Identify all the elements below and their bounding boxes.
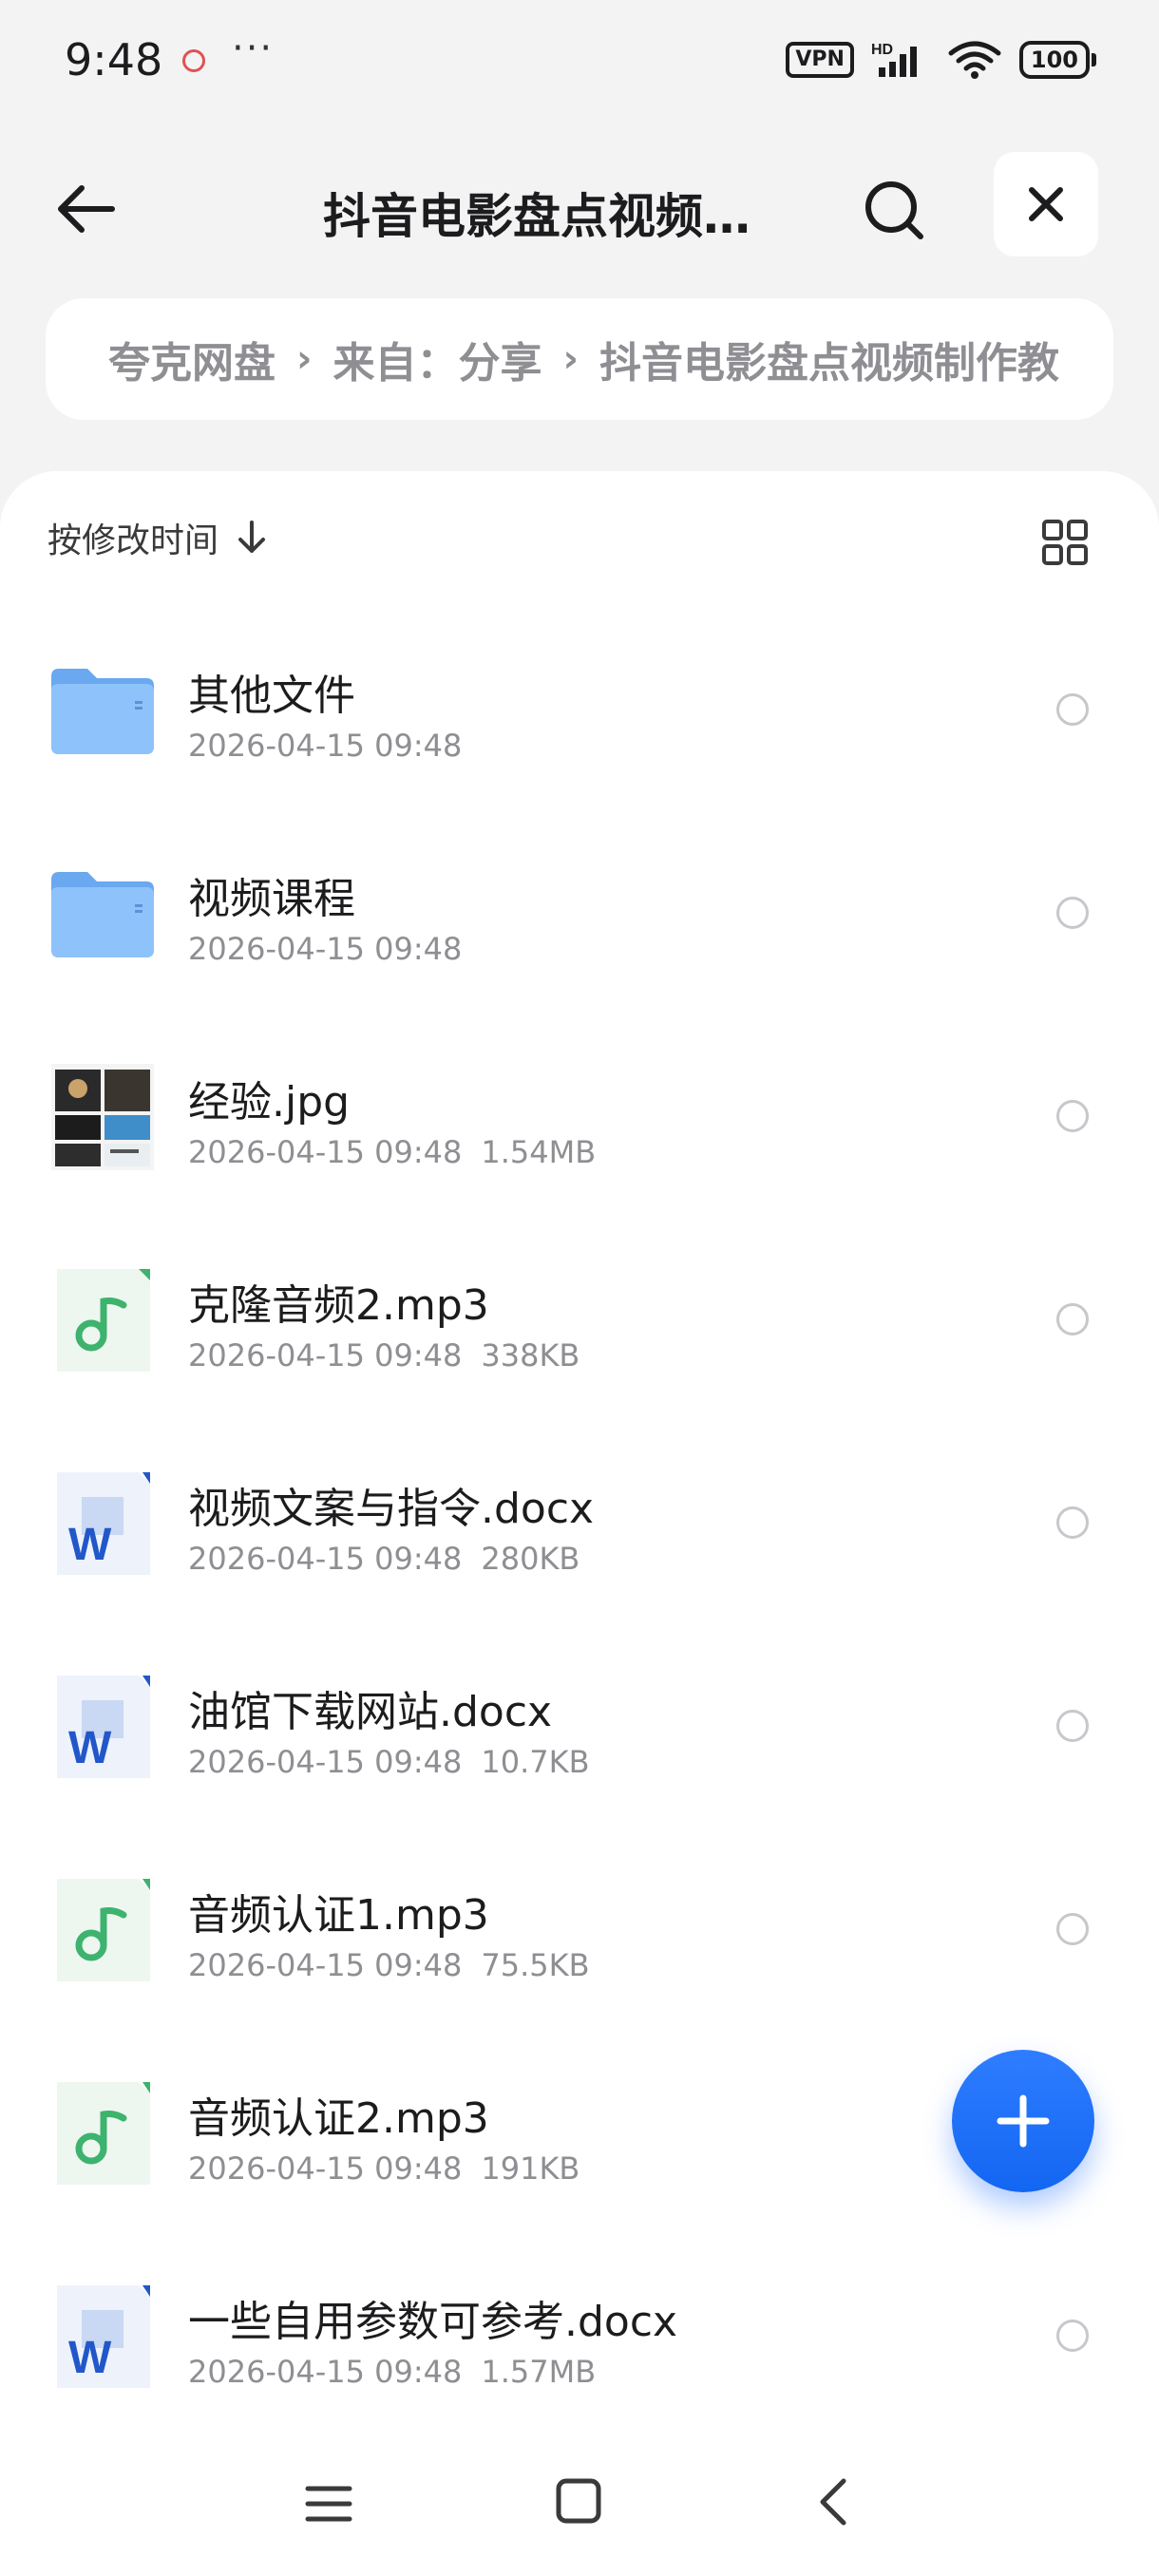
word-letter: W xyxy=(68,1723,112,1773)
file-date: 2026-04-15 09:48 xyxy=(188,1541,463,1577)
audio-file-icon xyxy=(57,1879,150,1981)
breadcrumb: 夸克网盘 › 来自：分享 › 抖音电影盘点视频制作教 xyxy=(46,298,1113,420)
file-meta: 2026-04-15 09:48 1.57MB xyxy=(188,2354,596,2390)
file-size: 338KB xyxy=(481,1337,580,1373)
add-button[interactable] xyxy=(952,2050,1094,2192)
word-file-icon: W xyxy=(57,1676,150,1778)
select-radio[interactable] xyxy=(1056,2320,1089,2352)
file-list-panel: 按修改时间 其他文件 2026-04-15 09:48 视频课程 2026-04… xyxy=(0,471,1159,2576)
list-item[interactable]: 音频认证1.mp3 2026-04-15 09:48 75.5KB xyxy=(0,1829,1159,2033)
audio-file-icon xyxy=(57,1269,150,1372)
word-file-icon: W xyxy=(57,1472,150,1575)
file-size: 1.54MB xyxy=(481,1134,597,1170)
file-meta: 2026-04-15 09:48 xyxy=(188,931,462,967)
image-thumbnail-icon xyxy=(51,1064,154,1170)
file-date: 2026-04-15 09:48 xyxy=(188,1337,463,1373)
chevron-right-icon: › xyxy=(296,337,313,381)
file-size: 1.57MB xyxy=(481,2354,597,2390)
select-radio[interactable] xyxy=(1056,1100,1089,1132)
hd-label: HD xyxy=(871,42,893,58)
select-radio[interactable] xyxy=(1056,693,1089,726)
list-item[interactable]: W 视频文案与指令.docx 2026-04-15 09:48 280KB xyxy=(0,1423,1159,1626)
file-name: 音频认证1.mp3 xyxy=(188,1891,489,1940)
file-name: 视频课程 xyxy=(188,875,355,923)
grid-view-icon[interactable] xyxy=(1041,519,1089,566)
list-item[interactable]: W 油馆下载网站.docx 2026-04-15 09:48 10.7KB xyxy=(0,1626,1159,1829)
word-file-icon: W xyxy=(57,2285,150,2388)
status-time: 9:48 xyxy=(65,34,163,85)
select-radio[interactable] xyxy=(1056,1710,1089,1742)
file-name: 一些自用参数可参考.docx xyxy=(188,2298,678,2346)
file-meta: 2026-04-15 09:48 10.7KB xyxy=(188,1744,590,1780)
recording-icon xyxy=(182,49,205,72)
battery-icon: 100 xyxy=(1018,41,1096,79)
breadcrumb-item-current[interactable]: 抖音电影盘点视频制作教 xyxy=(599,329,1059,389)
list-item[interactable]: 其他文件 2026-04-15 09:48 xyxy=(0,610,1159,813)
breadcrumb-item-root[interactable]: 夸克网盘 xyxy=(108,329,276,389)
breadcrumb-item-share[interactable]: 来自：分享 xyxy=(332,329,542,389)
status-bar: 9:48 ··· VPN HD 100 xyxy=(0,0,1159,123)
arrow-left-icon xyxy=(58,185,115,233)
file-meta: 2026-04-15 09:48 191KB xyxy=(188,2150,580,2187)
menu-icon[interactable] xyxy=(304,2479,353,2529)
file-size: 10.7KB xyxy=(481,1744,590,1780)
file-name: 克隆音频2.mp3 xyxy=(188,1281,489,1330)
file-name: 音频认证2.mp3 xyxy=(188,2094,489,2143)
select-radio[interactable] xyxy=(1056,1303,1089,1335)
file-date: 2026-04-15 09:48 xyxy=(188,1947,463,1983)
chevron-right-icon: › xyxy=(562,337,579,381)
page-title: 抖音电影盘点视频… xyxy=(323,189,750,244)
header: 抖音电影盘点视频… xyxy=(0,142,1159,266)
audio-file-icon xyxy=(57,2082,150,2185)
file-date: 2026-04-15 09:48 xyxy=(188,2150,463,2187)
file-meta: 2026-04-15 09:48 75.5KB xyxy=(188,1947,590,1983)
file-date: 2026-04-15 09:48 xyxy=(188,1744,463,1780)
file-date: 2026-04-15 09:48 xyxy=(188,931,463,967)
list-item[interactable]: 视频课程 2026-04-15 09:48 xyxy=(0,813,1159,1016)
file-meta: 2026-04-15 09:48 1.54MB xyxy=(188,1134,596,1170)
select-radio[interactable] xyxy=(1056,1913,1089,1945)
battery-level: 100 xyxy=(1018,41,1090,79)
file-meta: 2026-04-15 09:48 338KB xyxy=(188,1337,580,1373)
signal-icon: HD xyxy=(871,42,917,77)
home-icon[interactable] xyxy=(555,2477,602,2525)
list-item[interactable]: 克隆音频2.mp3 2026-04-15 09:48 338KB xyxy=(0,1220,1159,1423)
file-name: 经验.jpg xyxy=(188,1078,351,1127)
word-letter: W xyxy=(68,2333,112,2383)
file-size: 191KB xyxy=(481,2150,580,2187)
select-radio[interactable] xyxy=(1056,897,1089,929)
close-icon xyxy=(1029,187,1063,221)
plus-icon xyxy=(997,2094,1050,2148)
folder-icon xyxy=(51,669,154,754)
sort-label: 按修改时间 xyxy=(48,521,219,560)
file-date: 2026-04-15 09:48 xyxy=(188,728,463,764)
status-right: VPN HD 100 xyxy=(786,40,1096,80)
file-name: 视频文案与指令.docx xyxy=(188,1485,595,1533)
list-item[interactable]: W 一些自用参数可参考.docx 2026-04-15 09:48 1.57MB xyxy=(0,2236,1159,2439)
vpn-icon: VPN xyxy=(786,42,854,78)
file-name: 油馆下载网站.docx xyxy=(188,1688,553,1736)
back-button[interactable] xyxy=(48,171,124,247)
system-nav-bar xyxy=(0,2432,1159,2576)
file-size: 75.5KB xyxy=(481,1947,590,1983)
sort-button[interactable]: 按修改时间 xyxy=(48,509,268,566)
file-date: 2026-04-15 09:48 xyxy=(188,1134,463,1170)
file-name: 其他文件 xyxy=(188,672,355,720)
search-button[interactable] xyxy=(855,171,935,251)
back-nav-icon[interactable] xyxy=(813,2475,851,2529)
word-letter: W xyxy=(68,1520,112,1570)
wifi-icon xyxy=(948,41,1001,79)
file-meta: 2026-04-15 09:48 xyxy=(188,728,462,764)
arrow-down-icon xyxy=(238,521,266,553)
battery-tip xyxy=(1092,53,1096,66)
select-radio[interactable] xyxy=(1056,1506,1089,1539)
folder-icon xyxy=(51,872,154,957)
close-button[interactable] xyxy=(994,152,1098,256)
file-meta: 2026-04-15 09:48 280KB xyxy=(188,1541,580,1577)
more-notifications-icon: ··· xyxy=(232,27,275,70)
file-size: 280KB xyxy=(481,1541,580,1577)
list-item[interactable]: 经验.jpg 2026-04-15 09:48 1.54MB xyxy=(0,1016,1159,1220)
search-icon xyxy=(865,181,923,239)
file-date: 2026-04-15 09:48 xyxy=(188,2354,463,2390)
